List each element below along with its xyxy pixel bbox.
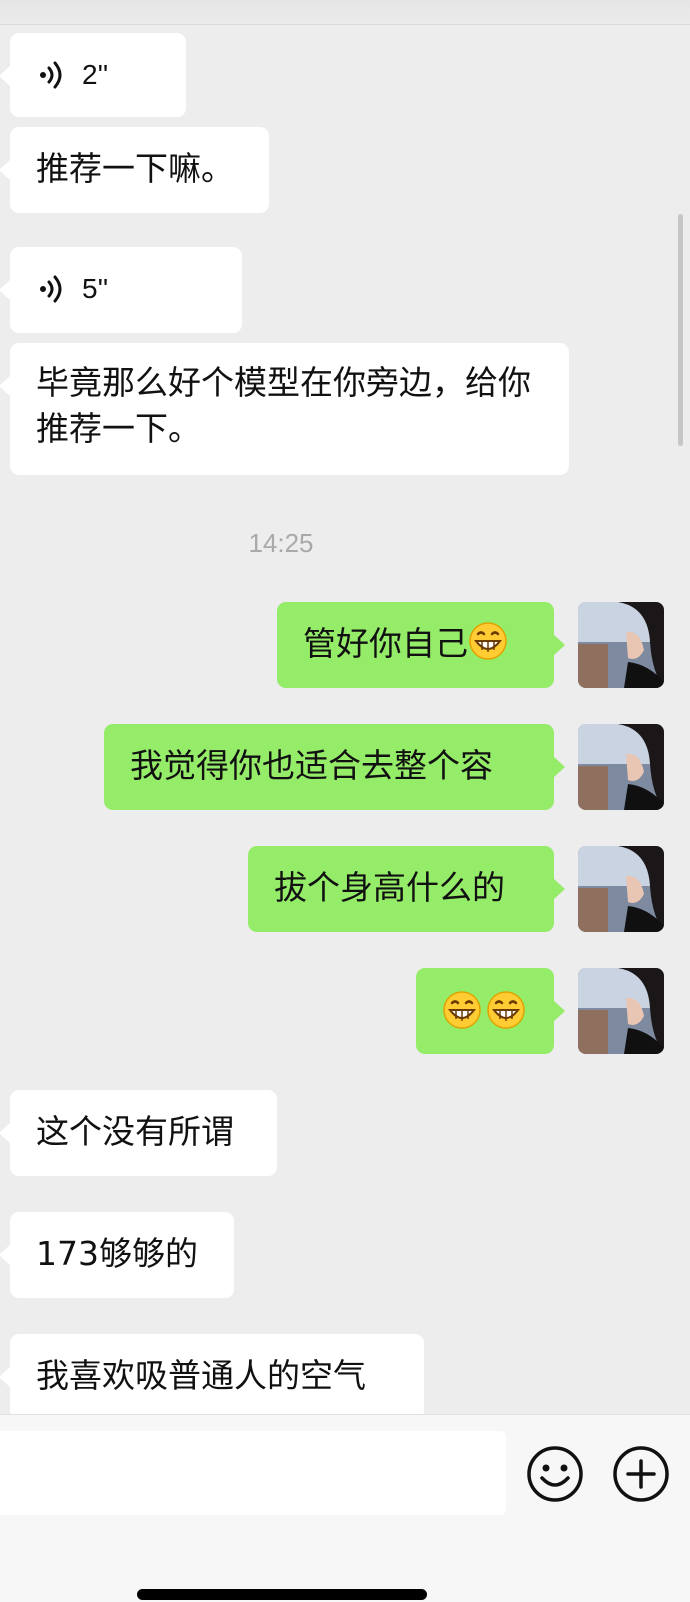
plus-circle-icon[interactable] xyxy=(612,1445,670,1503)
message-text: 这个没有所谓 xyxy=(36,1112,234,1151)
scrollbar[interactable] xyxy=(678,214,683,446)
avatar-photo xyxy=(578,846,664,932)
message-text-wrap: 管好你自己 xyxy=(303,621,508,667)
message-text: 我觉得你也适合去整个容 xyxy=(130,746,493,785)
message-timestamp: 14:25 xyxy=(248,528,314,558)
message-bubble-outgoing[interactable] xyxy=(416,968,565,1054)
message-text: 推荐一下嘛。 xyxy=(36,149,234,188)
voice-message-content: 5'' xyxy=(38,269,108,309)
message-bubble-incoming[interactable]: 推荐一下嘛。 xyxy=(0,127,269,213)
message-bubble-outgoing[interactable]: 拔个身高什么的 xyxy=(248,846,565,932)
avatar[interactable] xyxy=(578,846,664,932)
message-bubble-incoming[interactable]: 我喜欢吸普通人的空气 xyxy=(0,1334,424,1420)
smiley-icon[interactable] xyxy=(526,1445,584,1503)
avatar[interactable] xyxy=(578,968,664,1054)
voice-message[interactable]: 2'' xyxy=(0,33,186,117)
message-text: 拔个身高什么的 xyxy=(274,868,505,907)
avatar-photo xyxy=(578,724,664,810)
message-bubble-outgoing[interactable]: 管好你自己 xyxy=(277,602,565,688)
message-text: 我喜欢吸普通人的空气 xyxy=(36,1356,366,1395)
chat-screen: 2'' 推荐一下嘛。 5'' 毕竟那么好个模型在你旁边，给你推荐一下。 14:2… xyxy=(0,0,690,1602)
avatar-photo xyxy=(578,602,664,688)
input-bar xyxy=(0,1414,690,1602)
voice-message[interactable]: 5'' xyxy=(0,247,242,333)
message-input[interactable] xyxy=(0,1431,506,1515)
avatar[interactable] xyxy=(578,602,664,688)
voice-wave-icon xyxy=(40,61,62,89)
voice-wave-icon xyxy=(40,275,62,303)
message-text: 173够够的 xyxy=(36,1234,198,1273)
voice-duration: 2'' xyxy=(82,59,109,90)
message-text: 管好你自己 xyxy=(303,624,468,663)
grin-emoji-icon xyxy=(487,991,525,1029)
grin-emoji-icon xyxy=(443,991,481,1029)
top-bar xyxy=(0,0,690,25)
voice-duration: 5'' xyxy=(82,273,109,304)
message-text: 毕竟那么好个模型在你旁边，给你推荐一下。 xyxy=(36,363,531,448)
avatar[interactable] xyxy=(578,724,664,810)
message-bubble-incoming[interactable]: 毕竟那么好个模型在你旁边，给你推荐一下。 xyxy=(0,343,569,475)
emoji-group xyxy=(442,990,526,1030)
voice-message-content: 2'' xyxy=(38,55,108,95)
grin-emoji-icon xyxy=(469,622,507,660)
message-bubble-incoming[interactable]: 173够够的 xyxy=(0,1212,234,1298)
message-bubble-outgoing[interactable]: 我觉得你也适合去整个容 xyxy=(104,724,565,810)
avatar-photo xyxy=(578,968,664,1054)
message-bubble-incoming[interactable]: 这个没有所谓 xyxy=(0,1090,277,1176)
home-indicator[interactable] xyxy=(137,1589,427,1600)
